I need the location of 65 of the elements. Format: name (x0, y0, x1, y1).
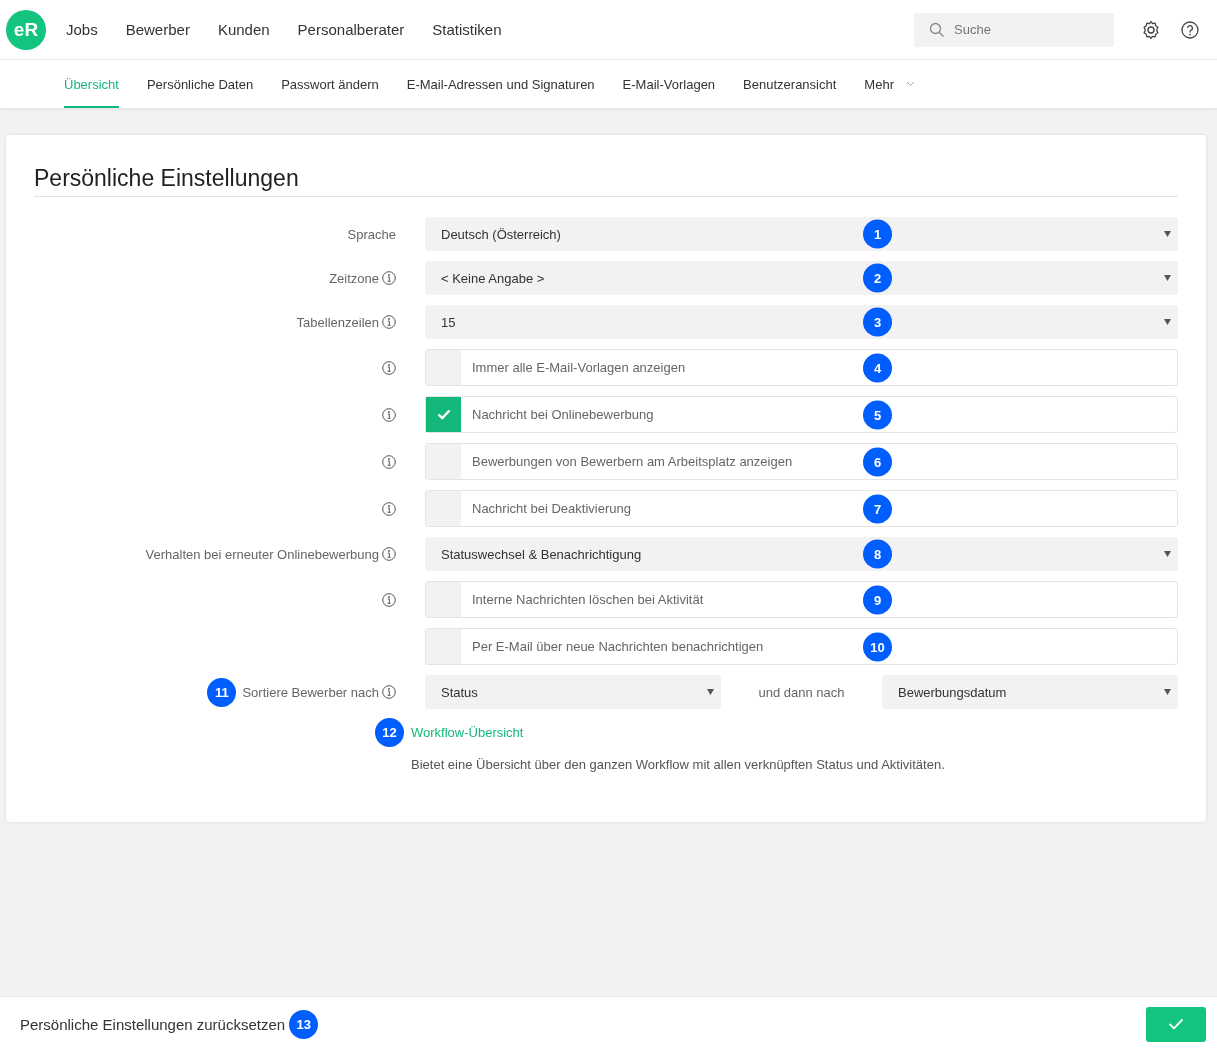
number-badge: 9 (863, 585, 892, 614)
info-icon[interactable] (382, 685, 396, 699)
checkbox[interactable] (426, 629, 461, 664)
number-badge: 7 (863, 494, 892, 523)
caret-icon (707, 689, 714, 695)
check-icon (1168, 1018, 1184, 1030)
nav-link[interactable]: Personalberater (297, 21, 405, 38)
checkbox[interactable] (426, 397, 461, 432)
search-icon (929, 21, 945, 38)
nav-link[interactable]: Kunden (217, 21, 270, 38)
nav-link[interactable]: Jobs (66, 21, 98, 38)
help-icon[interactable] (1181, 20, 1199, 39)
number-badge: 13 (289, 1009, 319, 1039)
field-label: Zeitzone (329, 270, 379, 286)
description-text: Bietet eine Übersicht über den ganzen Workflow mit allen verknüpften Status und Aktivitäten. (411, 757, 946, 772)
info-icon[interactable] (382, 501, 396, 516)
reset-link[interactable]: Persönliche Einstellungen zurücksetzen (20, 1015, 286, 1033)
checkbox[interactable] (426, 491, 461, 526)
caret-icon (1164, 231, 1171, 237)
field-label: Sortiere Bewerber nach (242, 684, 379, 700)
checkbox[interactable] (426, 582, 461, 617)
tab[interactable]: Persönliche Daten (146, 60, 254, 108)
number-badge: 11 (207, 677, 237, 707)
info-icon[interactable] (382, 407, 396, 422)
number-badge: 12 (375, 718, 404, 747)
nav-link[interactable]: Bewerber (125, 21, 190, 38)
checkbox-label: Nachricht bei Onlinebewerbung (471, 406, 654, 424)
tab[interactable]: E-Mail-Adressen und Signaturen (406, 60, 595, 108)
tab[interactable]: E-Mail-Vorlagen (622, 60, 716, 108)
settings-icon[interactable] (1141, 19, 1161, 40)
caret-icon (1164, 275, 1171, 281)
caret-icon (1164, 319, 1171, 325)
number-badge: 10 (863, 632, 892, 661)
number-badge: 5 (863, 400, 892, 429)
info-icon[interactable] (382, 547, 396, 561)
select-field[interactable]: Bewerbungsdatum (882, 675, 1178, 709)
checkbox-label: Immer alle E-Mail-Vorlagen anzeigen (471, 359, 686, 377)
info-icon[interactable] (382, 271, 396, 285)
field-label: Sprache (347, 226, 396, 242)
checkbox-label: Interne Nachrichten löschen bei Aktivität (471, 591, 704, 609)
checkbox-label: Per E-Mail über neue Nachrichten benachrichtigen (471, 638, 764, 656)
tab[interactable]: Mehr (864, 60, 915, 108)
number-badge: 6 (863, 447, 892, 476)
tab[interactable]: Benutzeransicht (743, 60, 837, 108)
checkbox[interactable] (426, 444, 461, 479)
info-icon[interactable] (382, 592, 396, 607)
caret-icon (1164, 689, 1171, 695)
field-label: und dann nach (757, 684, 846, 700)
caret-icon (1164, 551, 1171, 557)
nav-link[interactable]: Statistiken (432, 21, 502, 38)
save-button[interactable] (1146, 1006, 1206, 1042)
check-icon (436, 409, 451, 420)
info-icon[interactable] (382, 454, 396, 469)
page-title: Persönliche Einstellungen (34, 165, 1178, 197)
checkbox[interactable] (426, 350, 461, 385)
field-label: Verhalten bei erneuter Onlinebewerbung (145, 546, 379, 562)
checkbox-label: Nachricht bei Deaktivierung (471, 500, 631, 518)
info-icon[interactable] (382, 360, 396, 375)
search-field[interactable]: Suche (914, 12, 1114, 47)
select-field[interactable]: Status (425, 675, 721, 709)
checkbox-label: Bewerbungen von Bewerbern am Arbeitsplatz anzeigen (471, 453, 793, 471)
field-label: Tabellenzeilen (296, 314, 379, 330)
number-badge: 4 (863, 353, 892, 382)
info-icon[interactable] (382, 315, 396, 329)
tab[interactable]: Passwort ändern (281, 60, 379, 108)
